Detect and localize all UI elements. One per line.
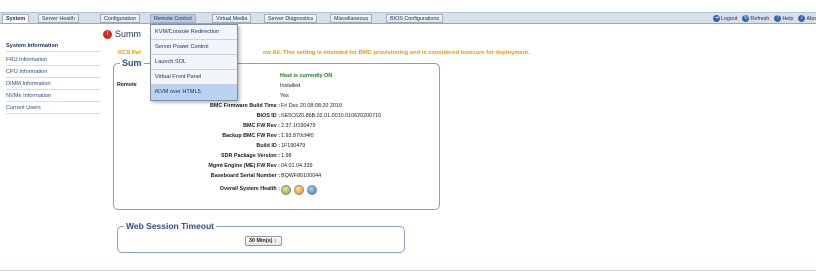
bmc-web-console: System Server Health Configuration Remot… xyxy=(0,0,816,275)
tab-virtual-media[interactable]: Virtual Media xyxy=(212,14,252,23)
row-backup-bmc-fw-rev: Backup BMC FW Rev : xyxy=(222,133,280,139)
top-nav-bar: System Server Health Configuration Remot… xyxy=(0,12,816,24)
sidebar-item-fru-information[interactable]: FRU Information xyxy=(6,54,101,66)
tab-system[interactable]: System xyxy=(2,14,30,23)
logout-label: Logout xyxy=(720,15,738,22)
remote-label-fragment: Remote xyxy=(117,82,137,88)
sidebar-item-cpu-information[interactable]: CPU Information xyxy=(6,66,101,78)
sidebar-item-dimm-information[interactable]: DIMM Information xyxy=(6,78,101,90)
sidebar-item-nvme-information[interactable]: NVMe Information xyxy=(6,90,101,102)
menu-item-ikvm-html5[interactable]: iKVM over HTML5 xyxy=(151,85,237,100)
refresh-label: Refresh xyxy=(750,15,770,22)
web-session-timeout-select[interactable]: 30 Min(s) ↕ xyxy=(245,236,282,246)
about-label: Abo xyxy=(806,15,816,22)
help-icon: ? xyxy=(774,15,782,22)
sidebar: System Information FRU Information CPU I… xyxy=(6,40,101,114)
refresh-icon: ↻ xyxy=(742,15,750,22)
tab-bios-configurations[interactable]: BIOS Configurations xyxy=(386,14,444,23)
tab-configuration[interactable]: Configuration xyxy=(100,14,141,23)
sidebar-item-system-information[interactable]: System Information xyxy=(6,40,101,52)
menu-item-kvm-console-redirection[interactable]: KVM/Console Redirection xyxy=(151,25,237,40)
help-link[interactable]: ? Help xyxy=(774,15,793,22)
warning-prefix: KCS Pol xyxy=(118,50,141,56)
row-sdr-package-version: SDR Package Version : xyxy=(220,153,280,159)
row-overall-health: Overall System Health : xyxy=(219,186,280,192)
row-bmc-fw-rev: BMC FW Rev : xyxy=(243,123,280,129)
warning-suffix: ow All. This setting is intended for BMC… xyxy=(262,50,530,56)
remote-control-menu: KVM/Console Redirection Server Power Con… xyxy=(150,24,238,101)
summary-legend: Sum xyxy=(120,58,144,68)
info-icon: i xyxy=(798,15,806,22)
web-session-timeout-panel: Web Session Timeout 30 Min(s) ↕ xyxy=(117,221,405,253)
logout-link[interactable]: ⇥ Logout xyxy=(712,15,738,22)
warning-icon: ! xyxy=(103,29,112,39)
bottom-divider xyxy=(0,270,816,271)
page-title-row: ! Summ xyxy=(103,28,141,40)
top-links: ⇥ Logout ↻ Refresh ? Help i Abo xyxy=(712,14,816,23)
refresh-link[interactable]: ↻ Refresh xyxy=(742,15,769,22)
sidebar-item-current-users[interactable]: Current Users xyxy=(6,102,101,114)
row-me-fw-rev: Mgmt Engine (ME) FW Rev : xyxy=(208,163,280,169)
about-link[interactable]: i Abo xyxy=(798,15,816,22)
menu-item-launch-sol[interactable]: Launch SOL xyxy=(151,55,237,70)
row-baseboard-serial: Baseboard Serial Number : xyxy=(210,173,280,179)
menu-item-server-power-control[interactable]: Server Power Control xyxy=(151,40,237,55)
health-status-blue-icon[interactable] xyxy=(307,184,317,195)
tab-remote-control[interactable]: Remote Control xyxy=(150,14,196,23)
tab-miscellaneous[interactable]: Miscellaneous xyxy=(330,14,373,23)
row-bmc-build-time: BMC Firmware Build Time : xyxy=(210,103,280,109)
help-label: Help xyxy=(782,15,794,22)
row-bios-id: BIOS ID : xyxy=(256,113,280,119)
tab-server-diagnostics[interactable]: Server Diagnostics xyxy=(264,14,318,23)
health-status-orange-icon[interactable] xyxy=(294,184,304,195)
web-session-legend: Web Session Timeout xyxy=(124,221,217,231)
health-status-green-icon[interactable] xyxy=(281,184,291,195)
health-indicators xyxy=(281,184,317,195)
row-build-id: Build ID : xyxy=(256,143,280,149)
tab-server-health[interactable]: Server Health xyxy=(38,14,79,23)
logout-icon: ⇥ xyxy=(712,15,720,22)
menu-item-virtual-front-panel[interactable]: Virtual Front Panel xyxy=(151,70,237,85)
page-title: Summ xyxy=(115,29,142,39)
